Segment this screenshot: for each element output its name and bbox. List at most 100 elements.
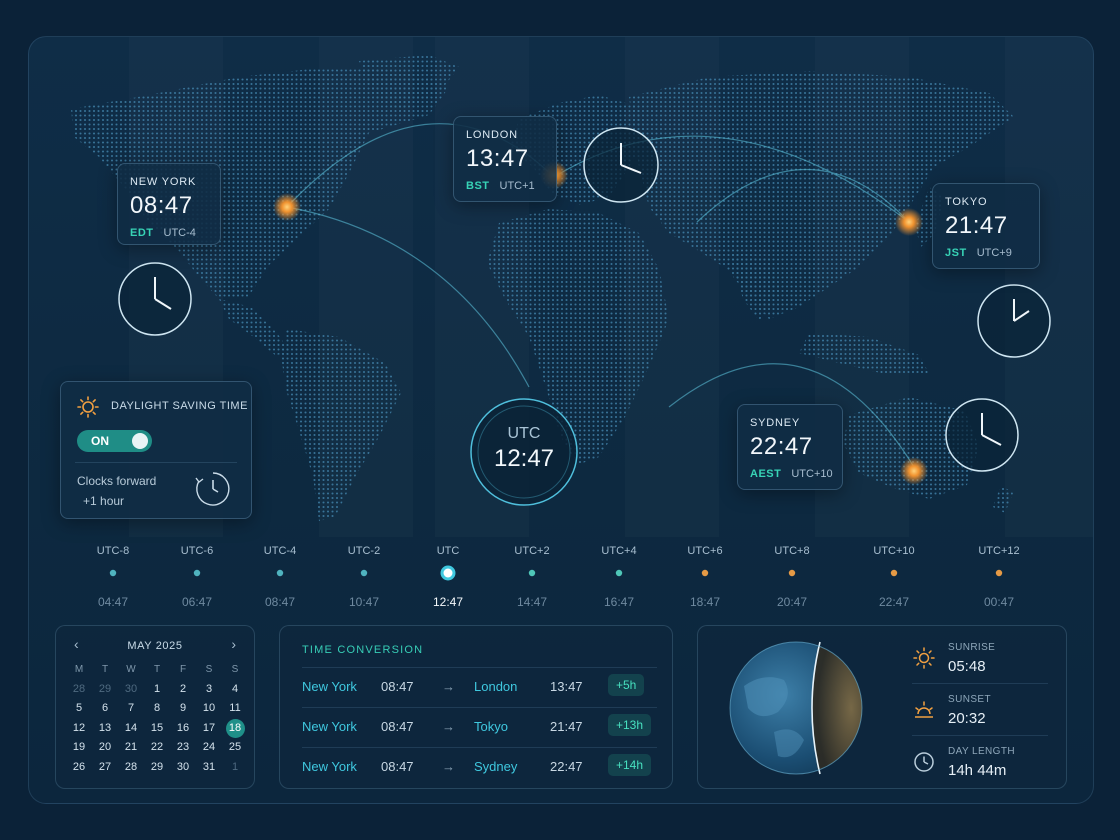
calendar-grid: M T W T F S S 28 29 30 1 2 3 4 5 6 7 8 9 10 11 12 13 14 15 16 17 18…: [66, 660, 246, 777]
calendar-day[interactable]: 14: [118, 719, 144, 739]
calendar-day[interactable]: 1: [222, 758, 248, 778]
calendar-day[interactable]: 6: [92, 699, 118, 719]
sydney-analog-clock: [945, 398, 1019, 472]
calendar-day[interactable]: 17: [196, 719, 222, 739]
sun-icon: [77, 396, 99, 418]
timeline-zone-label: UTC+6: [687, 545, 723, 557]
calendar-day[interactable]: 21: [118, 738, 144, 758]
calendar-day[interactable]: 7: [118, 699, 144, 719]
calendar-day[interactable]: 29: [92, 680, 118, 700]
timeline-dot[interactable]: [193, 569, 201, 577]
calendar-day[interactable]: 9: [170, 699, 196, 719]
calendar-day[interactable]: 5: [66, 699, 92, 719]
calendar-day[interactable]: 29: [144, 758, 170, 778]
calendar-day[interactable]: 28: [118, 758, 144, 778]
conversion-from-city: New York: [302, 719, 357, 734]
tz-abbr: BST: [466, 180, 490, 192]
city-time: 13:47: [466, 145, 529, 172]
city-name: SYDNEY: [750, 417, 801, 429]
conversion-from-time: 08:47: [381, 719, 414, 734]
timeline-time-label: 18:47: [689, 595, 721, 609]
calendar-day[interactable]: 20: [92, 738, 118, 758]
conversion-delta-badge: +5h: [608, 674, 645, 696]
weekday-label: W: [126, 664, 136, 675]
calendar-day[interactable]: 1: [144, 680, 170, 700]
calendar-day[interactable]: 28: [66, 680, 92, 700]
calendar-day[interactable]: 4: [222, 680, 248, 700]
sun-info-panel: SUNRISE 05:48 SUNSET 20:32 DAY LENGTH 14…: [697, 625, 1067, 789]
calendar-day[interactable]: 24: [196, 738, 222, 758]
weekday-label: M: [74, 664, 84, 675]
calendar-day[interactable]: 13: [92, 719, 118, 739]
calendar-day[interactable]: 31: [196, 758, 222, 778]
timeline-dot[interactable]: [890, 569, 898, 577]
timeline-time-label: 16:47: [603, 595, 635, 609]
conversion-to-time: 13:47: [550, 679, 583, 694]
next-month-button[interactable]: ›: [231, 636, 236, 652]
timeline-dot[interactable]: [360, 569, 368, 577]
conversion-to-city: London: [474, 679, 518, 694]
timeline-zone-label: UTC+2: [514, 545, 550, 557]
divider: [912, 683, 1048, 684]
calendar-day[interactable]: 26: [66, 758, 92, 778]
sydney-marker[interactable]: [900, 457, 928, 485]
sunrise-value: 05:48: [948, 658, 986, 675]
timeline-dot[interactable]: [528, 569, 536, 577]
calendar-day[interactable]: 19: [66, 738, 92, 758]
globe-illustration: [729, 641, 863, 775]
calendar-day[interactable]: 3: [196, 680, 222, 700]
utc-time: 12:47: [493, 445, 555, 472]
timeline-dot[interactable]: [276, 569, 284, 577]
dst-line2: +1 hour: [83, 494, 125, 508]
calendar-day[interactable]: 8: [144, 699, 170, 719]
calendar-panel: ‹ MAY 2025 › M T W T F S S 28 29 30 1 2 3 4 5 6 7 8 9 10 11 1…: [55, 625, 255, 789]
timeline-dot[interactable]: [701, 569, 709, 577]
calendar-day[interactable]: 15: [144, 719, 170, 739]
dst-line1: Clocks forward: [77, 474, 157, 488]
conversion-row[interactable]: New York 08:47 → Tokyo 21:47 +13h: [302, 707, 657, 747]
sunset-icon: [915, 701, 933, 718]
timeline-dot[interactable]: [109, 569, 117, 577]
weekday-label: F: [179, 664, 187, 675]
calendar-day[interactable]: 2: [170, 680, 196, 700]
new-york-marker[interactable]: [273, 193, 301, 221]
calendar-day[interactable]: 12: [66, 719, 92, 739]
tz-offset: UTC-4: [163, 227, 196, 239]
timeline-zone-label: UTC+8: [774, 545, 810, 557]
timeline-current-marker[interactable]: [440, 565, 456, 581]
toggle-knob: [132, 433, 148, 449]
conversion-delta-badge: +14h: [608, 754, 652, 776]
new-york-analog-clock: [118, 262, 192, 336]
calendar-day[interactable]: 23: [170, 738, 196, 758]
timeline-dot[interactable]: [788, 569, 796, 577]
calendar-day[interactable]: 22: [144, 738, 170, 758]
tokyo-marker[interactable]: [895, 208, 923, 236]
timeline-zone-label: UTC-2: [347, 545, 381, 557]
calendar-day[interactable]: 11: [222, 699, 248, 719]
weekday-label: T: [153, 664, 161, 675]
calendar-day[interactable]: 10: [196, 699, 222, 719]
calendar-day[interactable]: 25: [222, 738, 248, 758]
calendar-day[interactable]: 30: [118, 680, 144, 700]
new-york-card[interactable]: NEW YORK 08:47 EDT UTC-4: [117, 163, 221, 245]
conversion-row[interactable]: New York 08:47 → Sydney 22:47 +14h: [302, 747, 657, 787]
sydney-card[interactable]: SYDNEY 22:47 AEST UTC+10: [737, 404, 843, 490]
sunrise-label: SUNRISE: [948, 642, 996, 653]
calendar-day-selected[interactable]: 18: [225, 718, 245, 738]
dst-toggle[interactable]: ON: [77, 430, 152, 452]
london-card[interactable]: LONDON 13:47 BST UTC+1: [453, 116, 557, 202]
tokyo-card[interactable]: TOKYO 21:47 JST UTC+9: [932, 183, 1040, 269]
timeline-zone-label: UTC: [436, 545, 460, 557]
timeline-time-label: 14:47: [516, 595, 548, 609]
sunrise-icon: [913, 647, 935, 669]
timeline-dot[interactable]: [615, 569, 623, 577]
tz-offset: UTC+1: [499, 180, 535, 192]
calendar-day[interactable]: 27: [92, 758, 118, 778]
calendar-day[interactable]: 30: [170, 758, 196, 778]
timeline-dot[interactable]: [995, 569, 1003, 577]
clock-forward-icon: [195, 472, 230, 506]
conversion-row[interactable]: New York 08:47 → London 13:47 +5h: [302, 667, 657, 707]
timeline-time-label: 12:47: [432, 595, 464, 609]
calendar-day[interactable]: 16: [170, 719, 196, 739]
timeline-time-label: 10:47: [348, 595, 380, 609]
